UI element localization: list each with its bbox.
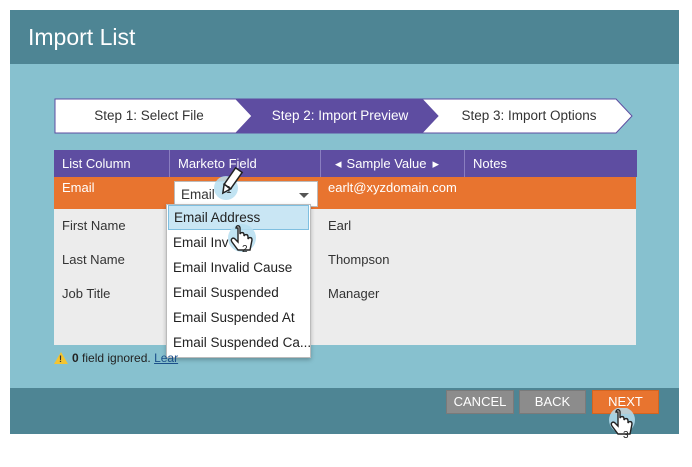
wizard-step-2[interactable]: Step 2: Import Preview — [250, 98, 430, 134]
dialog-title: Import List — [28, 24, 136, 50]
column-header-sample-value[interactable]: ◂ Sample Value ▸ — [320, 150, 465, 177]
import-list-dialog: Import List Step 1: Select File Step 2: … — [10, 10, 679, 434]
cancel-button[interactable]: CANCEL — [446, 390, 514, 414]
table-row[interactable]: Last Name Thompson — [54, 243, 636, 277]
callout-3-label: 3 — [623, 430, 629, 441]
import-preview-table: List Column Marketo Field ◂ Sample Value ▸… — [54, 150, 637, 345]
callout-1-label: 1 — [226, 185, 232, 196]
cell-sample-value: earlt@xyzdomain.com — [328, 180, 457, 195]
column-header-notes: Notes — [464, 150, 637, 177]
dropdown-option-email-suspended-cause[interactable]: Email Suspended Ca... — [167, 330, 310, 355]
back-button[interactable]: BACK — [519, 390, 586, 414]
ignored-count: 0 — [72, 351, 79, 365]
callout-1-pencil-cursor: 1 — [214, 166, 244, 200]
cell-list-column: Job Title — [62, 286, 111, 301]
column-header-label: Notes — [473, 156, 507, 171]
callout-3-hand-cursor: 3 — [609, 408, 635, 441]
callout-2-hand-cursor: 2 — [228, 224, 256, 255]
wizard-step-1[interactable]: Step 1: Select File — [54, 98, 244, 134]
table-row[interactable]: Job Title Manager — [54, 277, 636, 311]
chevron-down-icon[interactable] — [299, 193, 309, 198]
cell-list-column: Email — [62, 180, 95, 195]
arrow-right-icon[interactable]: ▸ — [427, 156, 440, 171]
select-value: Email — [181, 187, 215, 202]
cell-sample-value: Thompson — [328, 252, 390, 267]
column-header-label: Sample Value — [346, 156, 427, 171]
ignored-text: field ignored. — [78, 351, 155, 365]
table-row[interactable]: Email earlt@xyzdomain.com — [54, 177, 636, 209]
warning-icon: ! — [54, 352, 68, 364]
dropdown-option-email-suspended-at[interactable]: Email Suspended At — [167, 305, 310, 330]
dialog-titlebar: Import List — [10, 10, 679, 64]
dropdown-option-email-suspended[interactable]: Email Suspended — [167, 280, 310, 305]
column-header-label: List Column — [62, 156, 131, 171]
callout-2-label: 2 — [242, 244, 248, 255]
cell-sample-value: Earl — [328, 218, 352, 233]
cell-sample-value: Manager — [328, 286, 380, 301]
wizard-step-3[interactable]: Step 3: Import Options — [434, 98, 624, 134]
cell-list-column: Last Name — [62, 252, 125, 267]
table-row[interactable]: First Name Earl — [54, 209, 636, 243]
cell-list-column: First Name — [62, 218, 126, 233]
wizard-steps: Step 1: Select File Step 2: Import Previ… — [54, 98, 654, 134]
column-header-list-column: List Column — [54, 150, 169, 177]
arrow-left-icon[interactable]: ◂ — [321, 156, 342, 171]
ignored-fields-status: ! 0 field ignored. Lear — [54, 351, 178, 365]
learn-more-link[interactable]: Lear — [154, 351, 178, 365]
